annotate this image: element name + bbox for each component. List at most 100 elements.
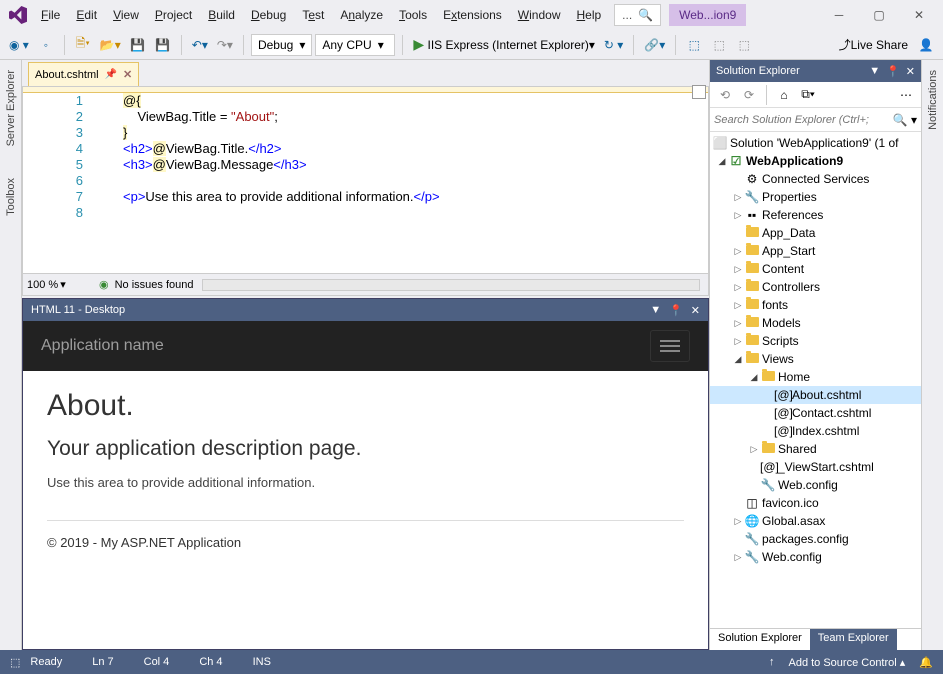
menu-analyze[interactable]: Analyze — [333, 4, 390, 26]
tree-properties[interactable]: ▷🔧Properties — [710, 188, 921, 206]
quick-launch-dots: ... — [619, 8, 635, 22]
step-button-3[interactable]: ⬚ — [733, 34, 755, 56]
step-button-1[interactable]: ⬚ — [683, 34, 705, 56]
tree-fonts[interactable]: ▷fonts — [710, 296, 921, 314]
solexp-home-icon[interactable]: ⌂ — [773, 84, 795, 106]
nav-fwd-button[interactable]: ◦ — [35, 34, 57, 56]
split-button[interactable] — [692, 85, 706, 99]
tree-webcfg-views[interactable]: 🔧Web.config — [710, 476, 921, 494]
server-explorer-tab[interactable]: Server Explorer — [5, 64, 17, 152]
notifications-tab[interactable]: Notifications — [927, 64, 939, 136]
preview-dropdown-icon[interactable]: ▼ — [650, 304, 661, 317]
solexp-dropdown-icon[interactable]: ▼ — [869, 65, 880, 78]
solexp-more-icon[interactable]: ⋯ — [895, 84, 917, 106]
tree-models[interactable]: ▷Models — [710, 314, 921, 332]
platform-dropdown[interactable]: Any CPU▾ — [315, 34, 395, 56]
solution-node[interactable]: ⬜Solution 'WebApplication9' (1 of — [710, 134, 921, 152]
toolbox-tab[interactable]: Toolbox — [5, 172, 17, 222]
solexp-search[interactable]: 🔍 ▾ — [710, 108, 921, 132]
tree-about[interactable]: [@]About.cshtml — [710, 386, 921, 404]
file-tab-about[interactable]: About.cshtml 📌 ✕ — [28, 62, 139, 86]
browser-link-button[interactable]: 🔗▾ — [641, 34, 668, 56]
h-scrollbar[interactable] — [202, 279, 701, 291]
tree-appstart[interactable]: ▷App_Start — [710, 242, 921, 260]
tab-team-explorer[interactable]: Team Explorer — [810, 629, 897, 650]
menu-project[interactable]: Project — [148, 4, 199, 26]
step-button-2[interactable]: ⬚ — [708, 34, 730, 56]
tree-connected[interactable]: ⚙Connected Services — [710, 170, 921, 188]
menu-build[interactable]: Build — [201, 4, 242, 26]
menu-extensions[interactable]: Extensions — [436, 4, 509, 26]
window-title-tab: Web...ion9 — [669, 4, 746, 26]
solexp-fwd-icon[interactable]: ⟳ — [738, 84, 760, 106]
menu-test[interactable]: Test — [295, 4, 331, 26]
menu-window[interactable]: Window — [511, 4, 568, 26]
status-ins[interactable]: INS — [253, 656, 271, 668]
status-col[interactable]: Col 4 — [144, 656, 170, 668]
menu-file[interactable]: File — [34, 4, 67, 26]
tree-controllers[interactable]: ▷Controllers — [710, 278, 921, 296]
run-button[interactable]: ▶ IIS Express (Internet Explorer) ▾ — [410, 34, 598, 56]
pin-icon[interactable]: 📌 — [105, 69, 117, 80]
close-tab-icon[interactable]: ✕ — [123, 68, 132, 81]
maximize-button[interactable]: ▢ — [859, 2, 899, 28]
preview-brand[interactable]: Application name — [41, 337, 164, 355]
save-all-button[interactable]: 💾 — [152, 34, 174, 56]
project-node[interactable]: ◢☑WebApplication9 — [710, 152, 921, 170]
zoom-dropdown[interactable]: 100 % ▾ — [23, 278, 83, 291]
tree-contact[interactable]: [@]Contact.cshtml — [710, 404, 921, 422]
search-icon[interactable]: 🔍 ▾ — [893, 113, 917, 127]
tree-favicon[interactable]: ◫favicon.ico — [710, 494, 921, 512]
tree-references[interactable]: ▷▪▪References — [710, 206, 921, 224]
close-button[interactable]: ✕ — [899, 2, 939, 28]
menu-view[interactable]: View — [106, 4, 146, 26]
editor-area[interactable]: 12345678 @{ ViewBag.Title = "About"; } <… — [23, 93, 708, 273]
source-control-button[interactable]: Add to Source Control ▴ — [788, 656, 905, 669]
status-ln[interactable]: Ln 7 — [92, 656, 113, 668]
preview-pin-icon[interactable]: 📍 — [669, 304, 683, 317]
solexp-close-icon[interactable]: ✕ — [906, 65, 915, 78]
solexp-search-input[interactable] — [714, 114, 893, 126]
menu-edit[interactable]: Edit — [69, 4, 104, 26]
tree-appdata[interactable]: App_Data — [710, 224, 921, 242]
tree-viewstart[interactable]: [@]_ViewStart.cshtml — [710, 458, 921, 476]
tab-solution-explorer[interactable]: Solution Explorer — [710, 629, 810, 650]
quick-launch[interactable]: ... 🔍 — [614, 4, 661, 26]
live-share-button[interactable]: ⤴ Live Share — [836, 34, 911, 56]
refresh-button[interactable]: ↻ ▾ — [601, 34, 626, 56]
config-dropdown[interactable]: Debug▾ — [251, 34, 312, 56]
code-body[interactable]: @{ ViewBag.Title = "About"; } <h2>@ViewB… — [123, 93, 708, 273]
tree-content[interactable]: ▷Content — [710, 260, 921, 278]
tree-index[interactable]: [@]Index.cshtml — [710, 422, 921, 440]
solexp-sync-icon[interactable]: ⧉▾ — [797, 84, 819, 106]
minimize-button[interactable]: ─ — [819, 2, 859, 28]
status-ch[interactable]: Ch 4 — [199, 656, 222, 668]
solution-explorer: Solution Explorer ▼ 📍 ✕ ⟲ ⟳ ⌂ ⧉▾ ⋯ 🔍 ▾ ⬜So… — [709, 60, 921, 650]
save-button[interactable]: 💾 — [127, 34, 149, 56]
tree-scripts[interactable]: ▷Scripts — [710, 332, 921, 350]
menu-tools[interactable]: Tools — [392, 4, 434, 26]
menu-debug[interactable]: Debug — [244, 4, 293, 26]
tree-home[interactable]: ◢Home — [710, 368, 921, 386]
tree-global[interactable]: ▷🌐Global.asax — [710, 512, 921, 530]
hamburger-icon[interactable] — [650, 330, 690, 362]
bell-icon[interactable]: 🔔 — [919, 656, 933, 669]
menu-help[interactable]: Help — [569, 4, 608, 26]
open-button[interactable]: 📂▾ — [97, 34, 124, 56]
new-project-button[interactable]: 🗎▾ — [72, 34, 94, 56]
tree-views[interactable]: ◢Views — [710, 350, 921, 368]
tree-shared[interactable]: ▷Shared — [710, 440, 921, 458]
preview-close-icon[interactable]: ✕ — [691, 304, 700, 317]
publish-icon[interactable]: ↑ — [769, 656, 775, 668]
solexp-back-icon[interactable]: ⟲ — [714, 84, 736, 106]
solexp-pin-icon[interactable]: 📍 — [886, 65, 900, 78]
undo-button[interactable]: ↶▾ — [189, 34, 211, 56]
tree-webcfg[interactable]: ▷🔧Web.config — [710, 548, 921, 566]
status-icon: ⬚ — [10, 656, 20, 669]
nav-back-button[interactable]: ◉ ▾ — [6, 34, 32, 56]
solution-tree[interactable]: ⬜Solution 'WebApplication9' (1 of ◢☑WebA… — [710, 132, 921, 628]
tree-packages[interactable]: 🔧packages.config — [710, 530, 921, 548]
account-button[interactable]: 👤 — [915, 34, 937, 56]
redo-button[interactable]: ↷▾ — [214, 34, 236, 56]
preview-navbar: Application name — [23, 321, 708, 371]
